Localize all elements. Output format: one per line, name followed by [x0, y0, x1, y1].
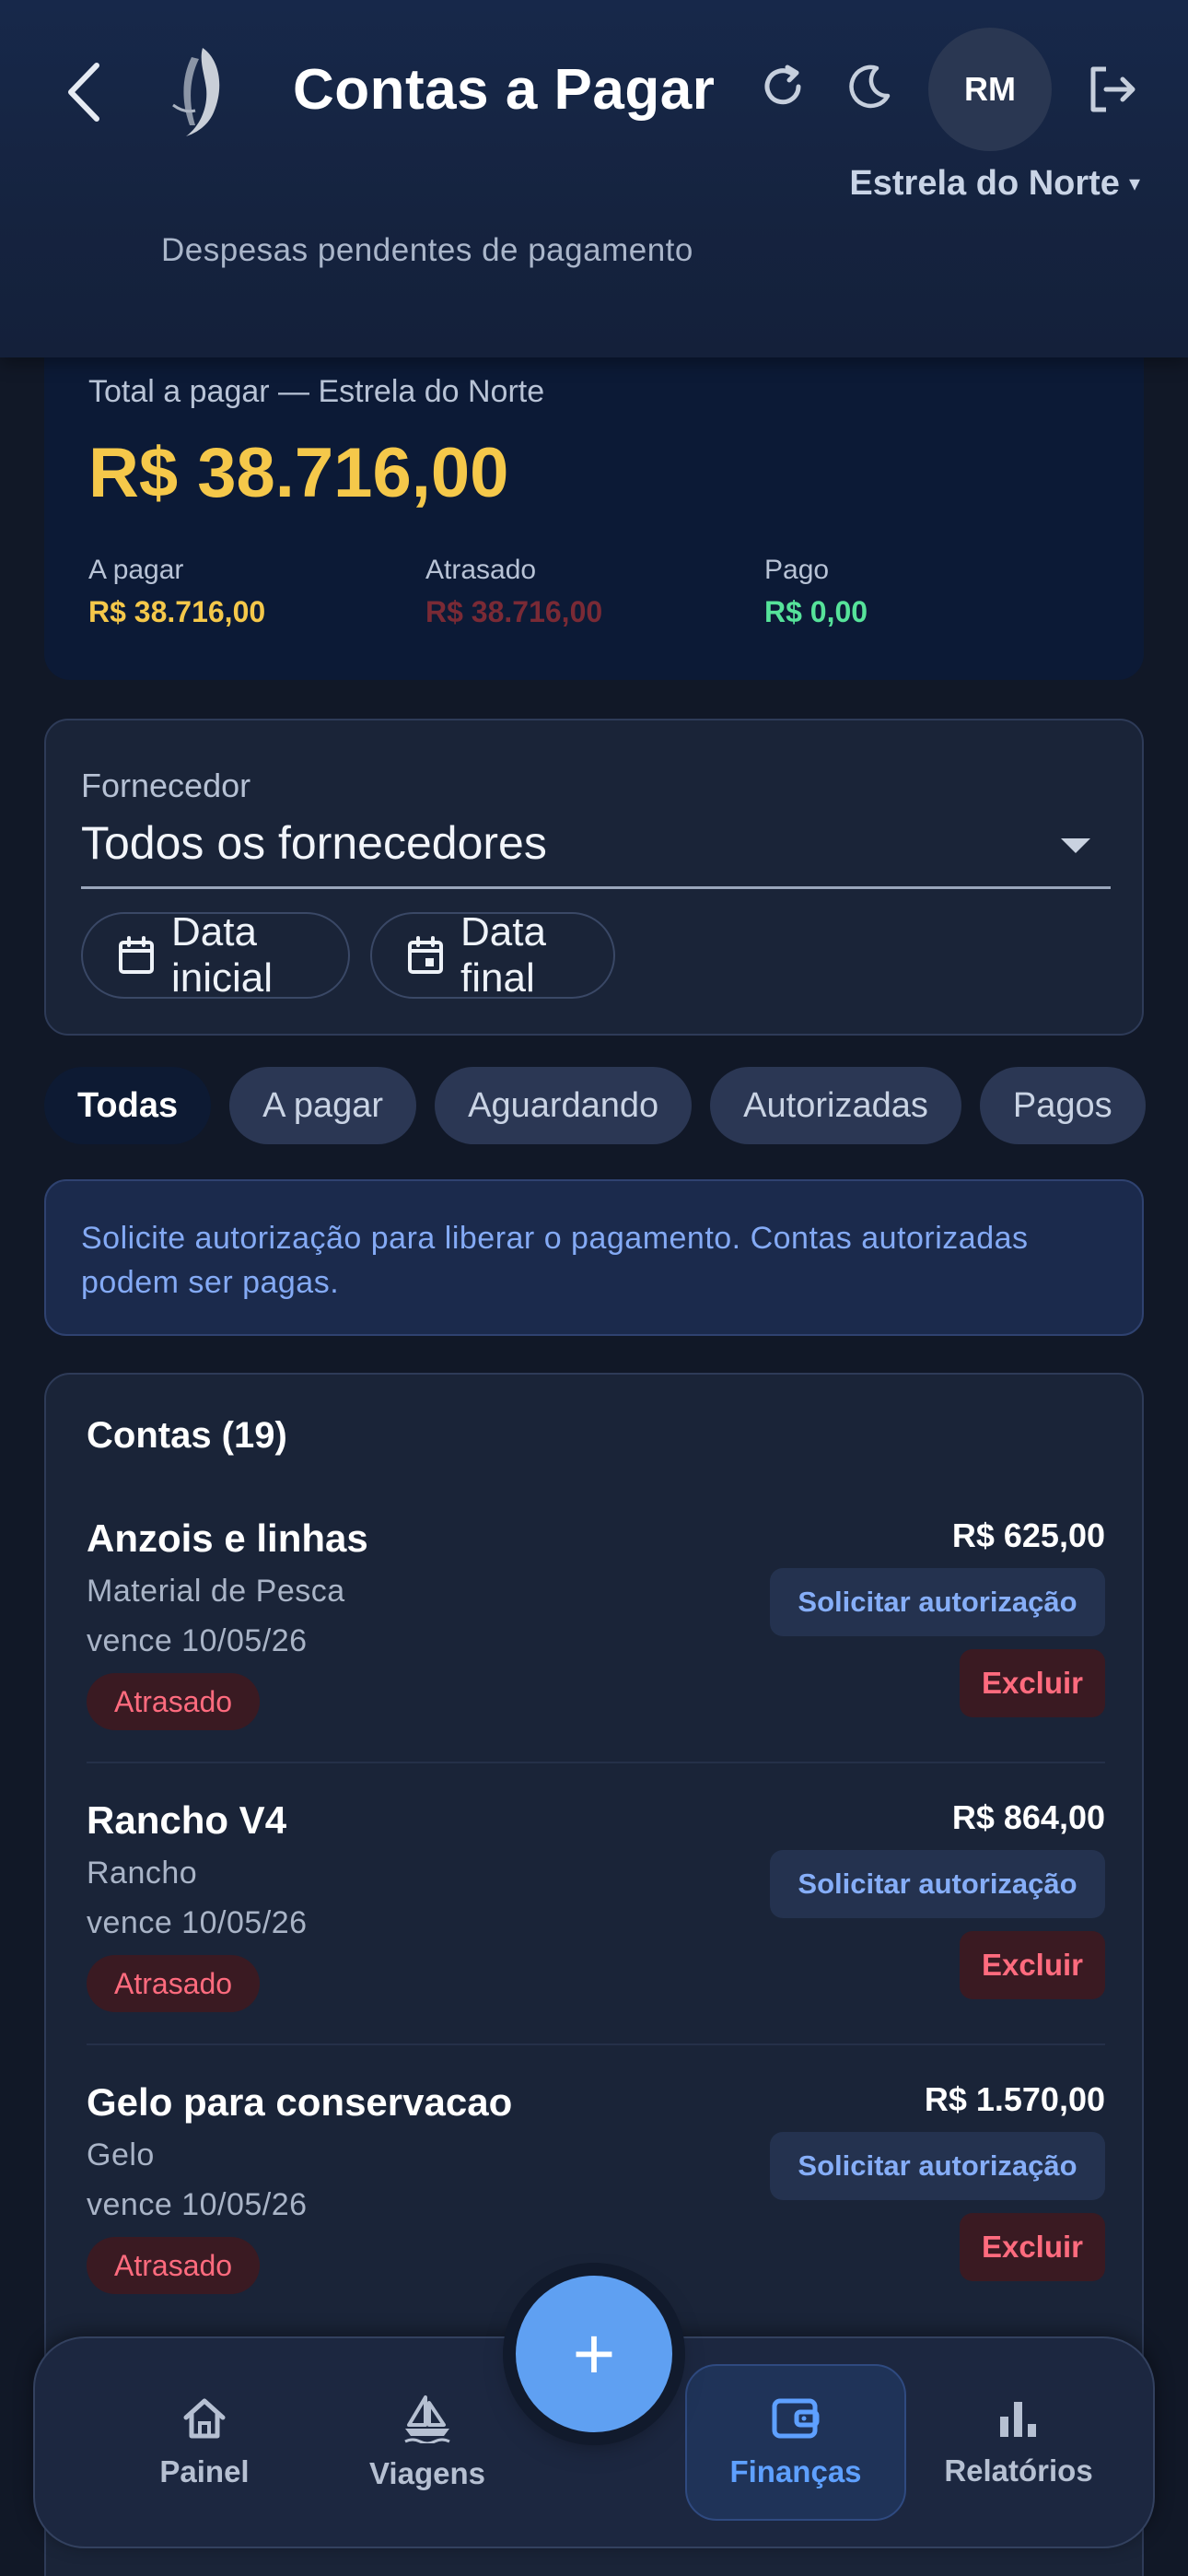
wallet-icon: [771, 2395, 821, 2441]
stat-value: R$ 38.716,00: [425, 595, 603, 628]
tab-todas[interactable]: Todas: [44, 1067, 212, 1144]
account-amount: R$ 864,00: [951, 1798, 1105, 1836]
start-date-button[interactable]: Data inicial: [81, 909, 350, 1001]
tab-pagos[interactable]: Pagos: [979, 1067, 1146, 1144]
logout-button[interactable]: [1079, 57, 1144, 122]
account-category: Rancho: [87, 1856, 198, 1891]
request-authorization-button[interactable]: Solicitar autorização: [770, 1850, 1105, 1918]
home-icon: [181, 2395, 228, 2441]
status-badge: Atrasado: [87, 1673, 261, 1730]
total-value: R$ 38.716,00: [88, 434, 509, 512]
chevron-left-icon: [65, 62, 102, 123]
tab-a-pagar[interactable]: A pagar: [229, 1067, 417, 1144]
page-title: Contas a Pagar: [293, 58, 716, 122]
theme-toggle-button[interactable]: [840, 57, 899, 116]
account-row[interactable]: Rancho V4 Rancho vence 10/05/26 Atrasado…: [87, 1798, 1105, 2080]
nav-item-relatorios[interactable]: Relatórios: [908, 2364, 1129, 2521]
user-avatar[interactable]: RM: [928, 28, 1052, 151]
stat-value: R$ 0,00: [764, 595, 868, 628]
nav-label: Viagens: [369, 2456, 485, 2490]
account-due-date: vence 10/05/26: [87, 2187, 308, 2222]
nav-label: Finanças: [729, 2454, 862, 2488]
dropdown-arrow-icon[interactable]: [1061, 838, 1090, 853]
calendar-event-icon: [407, 936, 444, 975]
stat-atrasado: Atrasado R$ 38.716,00: [425, 555, 602, 629]
vessel-selector[interactable]: Estrela do Norte ▾: [849, 164, 1140, 204]
stat-value: R$ 38.716,00: [88, 595, 266, 628]
back-button[interactable]: [52, 55, 116, 129]
account-amount: R$ 625,00: [951, 1516, 1105, 1554]
account-name: Gelo para conservacao: [87, 2080, 513, 2124]
refresh-icon: [760, 64, 806, 110]
add-expense-button[interactable]: +: [516, 2276, 672, 2432]
page-subtitle: Despesas pendentes de pagamento: [161, 232, 693, 268]
delete-button[interactable]: Excluir: [960, 1649, 1105, 1717]
bar-chart-icon: [996, 2396, 1041, 2441]
end-date-label: Data final: [460, 909, 546, 1001]
account-category: Material de Pesca: [87, 1574, 345, 1609]
logout-icon: [1086, 64, 1137, 115]
stat-a-pagar: A pagar R$ 38.716,00: [88, 555, 265, 629]
stat-label: Atrasado: [425, 555, 537, 585]
request-authorization-button[interactable]: Solicitar autorização: [770, 2132, 1105, 2200]
stat-label: Pago: [764, 555, 830, 585]
select-underline: [81, 886, 1111, 889]
status-badge: Atrasado: [87, 2237, 261, 2294]
caret-down-icon: ▾: [1128, 171, 1140, 196]
status-badge: Atrasado: [87, 1955, 261, 2012]
filter-card: Fornecedor Todos os fornecedores Data in…: [44, 719, 1144, 1036]
marlin-logo: [155, 41, 239, 142]
supplier-select[interactable]: Todos os fornecedores: [81, 816, 547, 870]
divider: [87, 1762, 1105, 1763]
account-due-date: vence 10/05/26: [87, 1905, 308, 1940]
refresh-button[interactable]: [753, 57, 812, 116]
total-label: Total a pagar — Estrela do Norte: [88, 374, 545, 409]
divider: [87, 2043, 1105, 2045]
account-category: Gelo: [87, 2137, 155, 2172]
nav-label: Painel: [159, 2454, 250, 2488]
start-date-label: Data inicial: [171, 909, 274, 1001]
stat-label: A pagar: [88, 555, 184, 585]
nav-item-financas[interactable]: Finanças: [685, 2364, 906, 2521]
stat-pago: Pago R$ 0,00: [764, 555, 868, 629]
plus-icon: +: [572, 2313, 616, 2395]
moon-icon: [845, 63, 893, 111]
account-row[interactable]: Anzois e linhas Material de Pesca vence …: [87, 1516, 1105, 1798]
account-amount: R$ 1.570,00: [924, 2080, 1105, 2118]
tab-autorizadas[interactable]: Autorizadas: [710, 1067, 961, 1144]
delete-button[interactable]: Excluir: [960, 1931, 1105, 1999]
boat-icon: [402, 2394, 453, 2443]
accounts-title: Contas (19): [87, 1415, 287, 1456]
delete-button[interactable]: Excluir: [960, 2213, 1105, 2281]
account-name: Rancho V4: [87, 1798, 287, 1842]
nav-item-painel[interactable]: Painel: [94, 2364, 315, 2521]
end-date-button[interactable]: Data final: [370, 909, 615, 1001]
summary-card: Total a pagar — Estrela do Norte R$ 38.7…: [44, 332, 1144, 680]
account-due-date: vence 10/05/26: [87, 1623, 308, 1658]
calendar-icon: [118, 936, 155, 975]
supplier-label: Fornecedor: [81, 767, 251, 804]
status-tabs: Todas A pagar Aguardando Autorizadas Pag…: [44, 1067, 1146, 1144]
nav-label: Relatórios: [944, 2453, 1093, 2488]
info-banner: Solicite autorização para liberar o paga…: [44, 1179, 1144, 1336]
request-authorization-button[interactable]: Solicitar autorização: [770, 1568, 1105, 1636]
vessel-name: Estrela do Norte: [849, 164, 1120, 203]
tab-aguardando[interactable]: Aguardando: [435, 1067, 693, 1144]
app-header: Contas a Pagar RM Estrela do Norte ▾ Des…: [0, 0, 1188, 357]
account-name: Anzois e linhas: [87, 1516, 368, 1560]
nav-item-viagens[interactable]: Viagens: [317, 2364, 538, 2521]
page: Contas a Pagar RM Estrela do Norte ▾ Des…: [0, 0, 1188, 2576]
